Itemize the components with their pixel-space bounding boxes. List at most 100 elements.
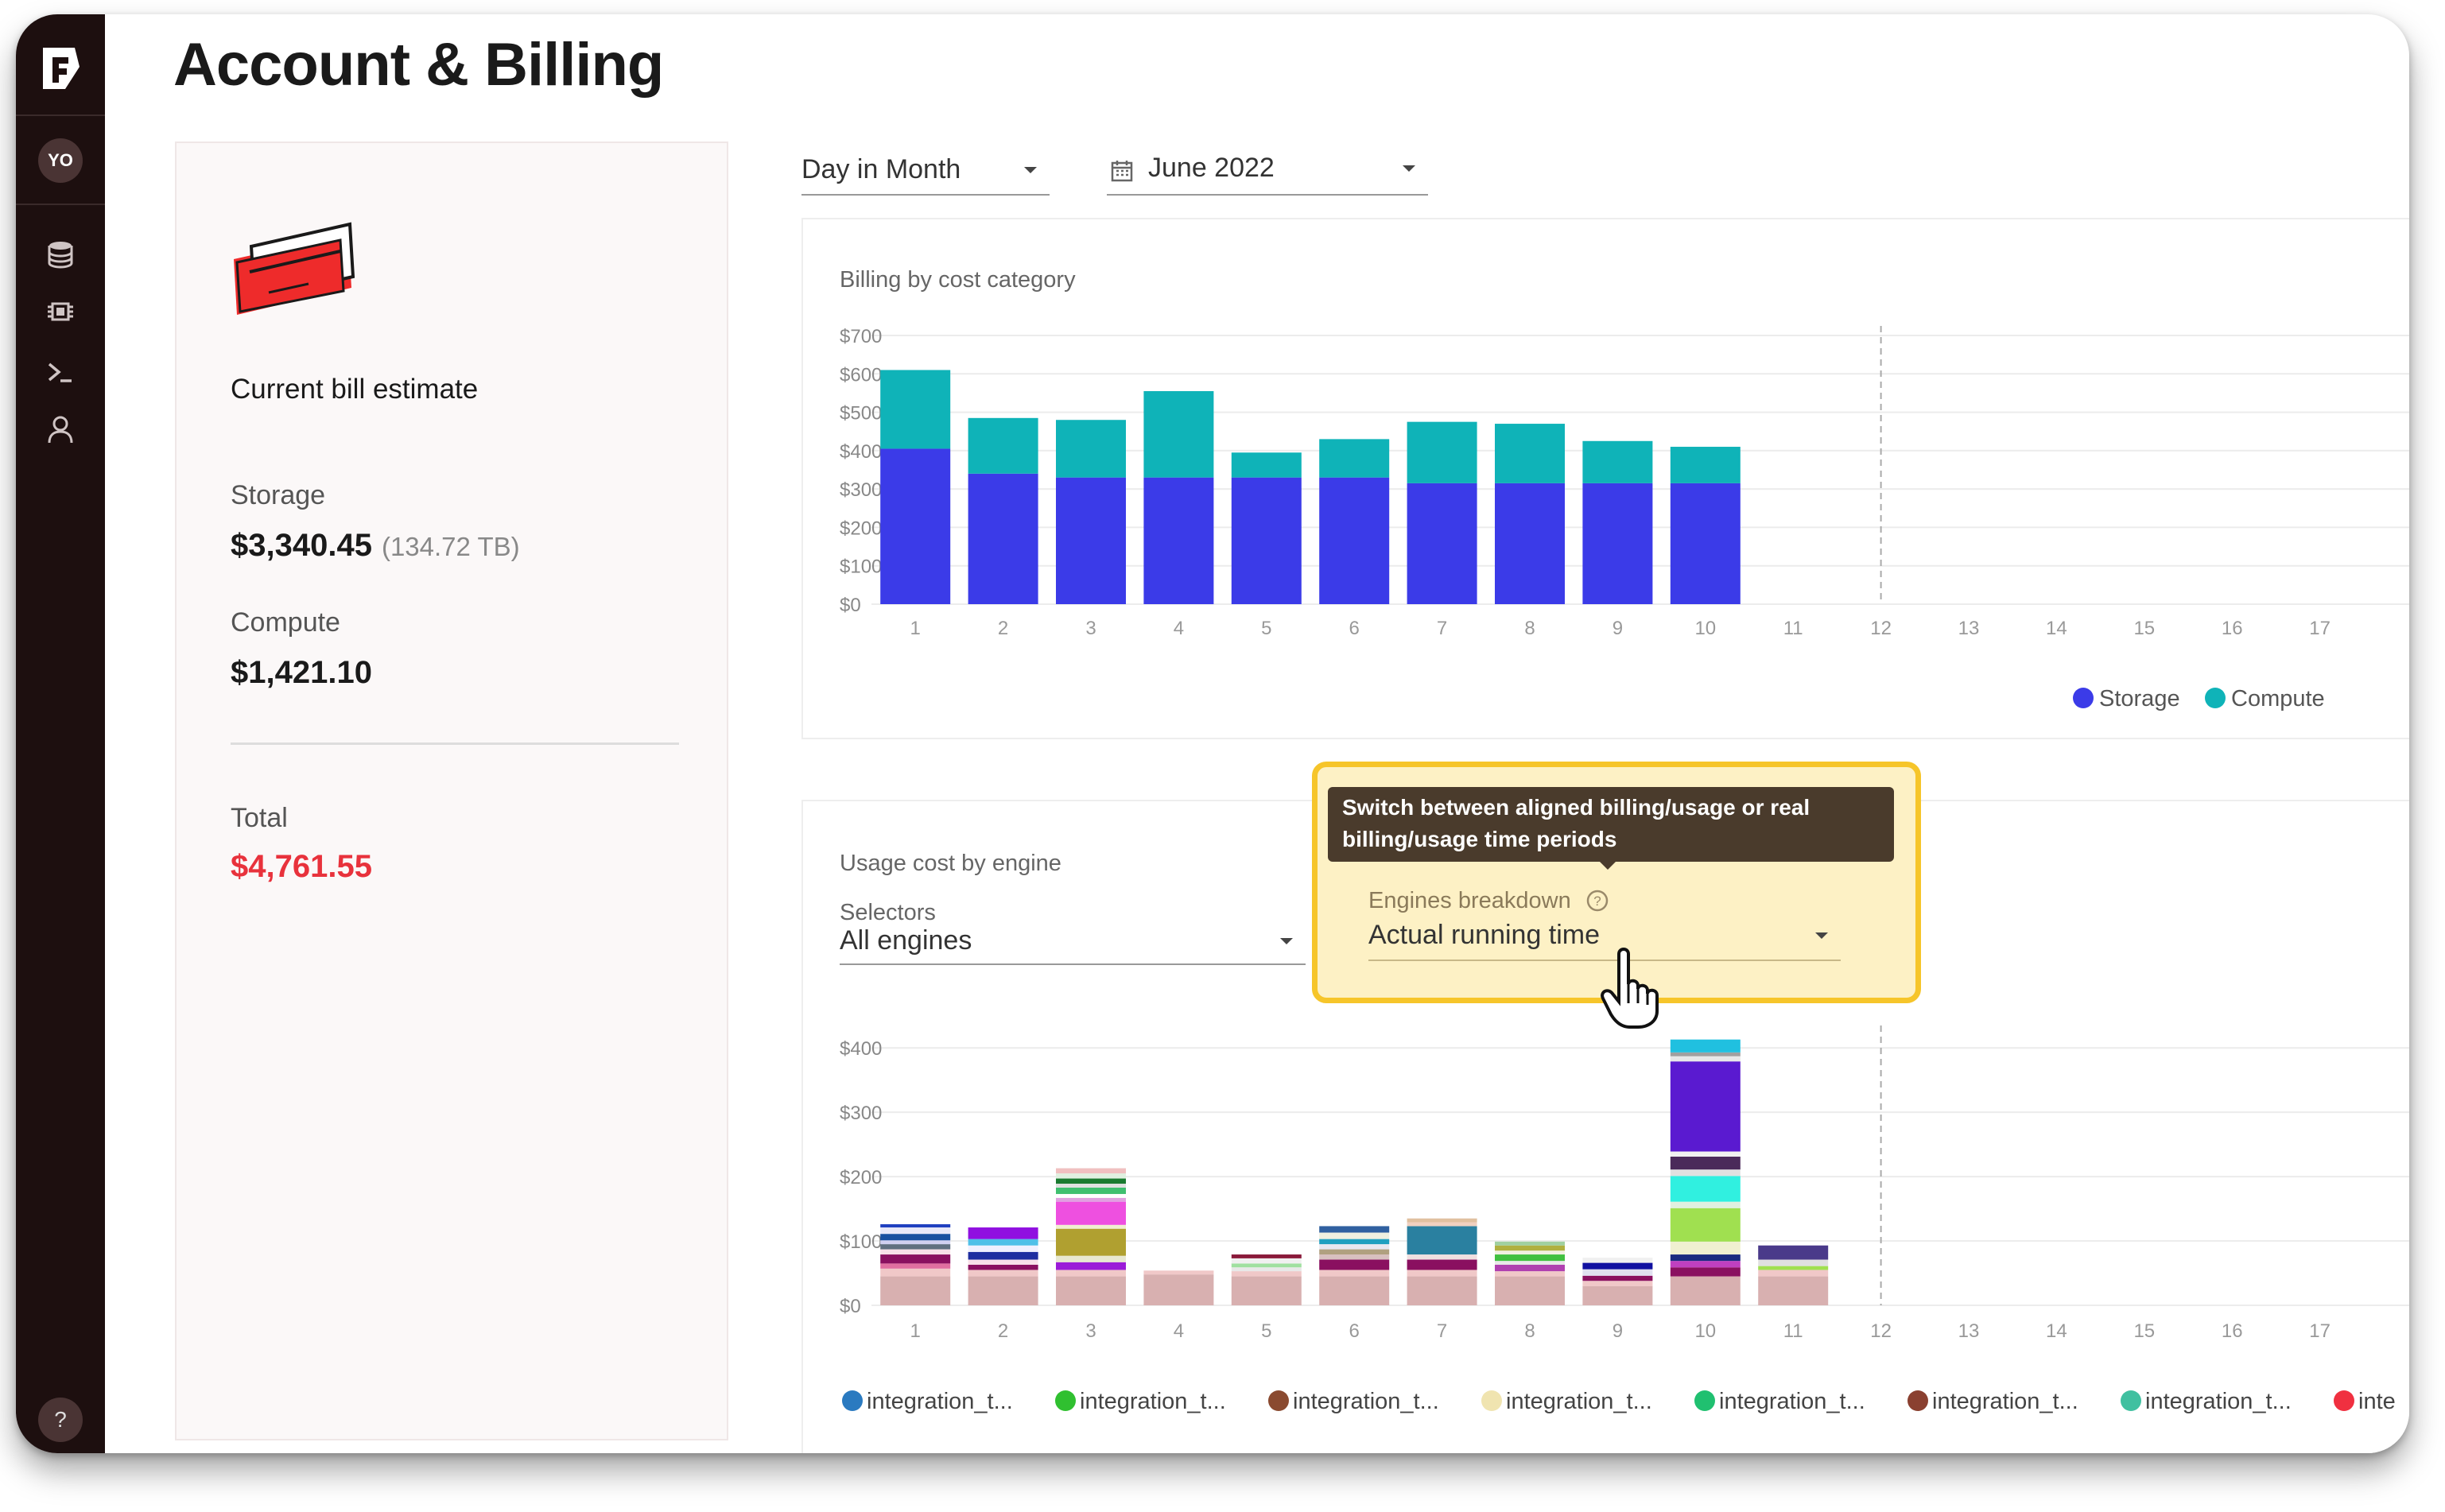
legend-swatch: [1907, 1390, 1928, 1411]
x-tick-label: 14: [2046, 1320, 2067, 1342]
database-icon[interactable]: [45, 238, 76, 270]
y-tick-label: $500: [840, 403, 882, 425]
question-circle-icon[interactable]: ?: [1585, 889, 1609, 913]
bar-segment: [1056, 1184, 1126, 1188]
period-dropdown[interactable]: Day in Month: [801, 154, 1050, 196]
bar-segment: [1319, 1244, 1390, 1250]
firebolt-logo-icon[interactable]: [33, 43, 84, 94]
bar-segment: [1670, 1056, 1741, 1062]
tooltip-arrow: [1598, 860, 1617, 870]
bar-segment: [880, 1234, 951, 1241]
bar-segment: [1231, 1267, 1302, 1272]
bar-storage: [1056, 477, 1126, 604]
bar-segment: [1582, 1269, 1653, 1276]
bar-storage: [1231, 477, 1302, 604]
bar-segment: [1056, 1197, 1126, 1202]
x-tick-label: 10: [1694, 618, 1716, 639]
engine-chip-icon[interactable]: [45, 296, 76, 328]
hand-cursor-icon: [1601, 948, 1659, 1029]
y-tick-label: $400: [840, 1038, 882, 1060]
y-tick-label: $200: [840, 518, 882, 539]
help-icon[interactable]: ?: [38, 1398, 83, 1442]
app-window: YO ? Account & Billing Current bill esti…: [16, 14, 2409, 1453]
legend-label: integration_t...: [1293, 1389, 1439, 1414]
legend-label: inte: [2358, 1389, 2396, 1414]
legend-label: integration_t...: [1506, 1389, 1652, 1414]
user-avatar[interactable]: YO: [38, 138, 83, 183]
compute-value: $1,421.10: [231, 655, 372, 690]
x-tick-label: 10: [1694, 1320, 1716, 1342]
bar-segment: [968, 1245, 1038, 1252]
bar-segment: [1670, 1039, 1741, 1053]
breakdown-value: Actual running time: [1368, 920, 1601, 950]
y-tick-label: $600: [840, 364, 882, 386]
bar-segment: [968, 1270, 1038, 1277]
bar-segment: [1495, 1261, 1565, 1265]
bar-segment: [1056, 1173, 1126, 1179]
bar-segment: [1495, 1245, 1565, 1251]
sidebar: YO ?: [16, 14, 105, 1453]
x-tick-label: 13: [1958, 618, 1980, 639]
bar-segment: [880, 1254, 951, 1264]
x-tick-label: 12: [1870, 618, 1892, 639]
bar-segment: [1056, 1193, 1126, 1198]
bar-segment: [1758, 1276, 1829, 1305]
bar-segment: [1582, 1262, 1653, 1270]
bar-segment: [1407, 1276, 1477, 1305]
x-tick-label: 5: [1261, 618, 1271, 639]
x-tick-label: 6: [1349, 618, 1360, 639]
bar-segment: [1670, 1241, 1741, 1255]
bar-segment: [1056, 1270, 1126, 1277]
bar-storage: [968, 473, 1038, 604]
x-tick-label: 2: [998, 1320, 1008, 1342]
bar-segment: [1319, 1254, 1390, 1260]
y-tick-label: $300: [840, 479, 882, 501]
bar-segment: [1319, 1226, 1390, 1233]
x-tick-label: 12: [1870, 1320, 1892, 1342]
bar-storage: [880, 448, 951, 604]
page-title: Account & Billing: [173, 31, 664, 99]
legend-swatch: [2073, 688, 2094, 708]
month-picker[interactable]: June 2022: [1107, 153, 1428, 196]
legend-swatch: [1694, 1390, 1715, 1411]
bar-storage: [1407, 483, 1477, 604]
bar-compute: [880, 370, 951, 449]
x-tick-label: 1: [910, 618, 921, 639]
bar-segment: [1582, 1285, 1653, 1305]
sidebar-divider: [16, 204, 105, 205]
bar-segment: [880, 1263, 951, 1269]
bar-segment: [1670, 1157, 1741, 1170]
x-tick-label: 17: [2309, 1320, 2331, 1342]
bar-segment: [1495, 1276, 1565, 1305]
period-value: Day in Month: [801, 154, 961, 184]
bar-segment: [1319, 1249, 1390, 1255]
bar-segment: [1407, 1270, 1477, 1277]
bar-segment: [1407, 1222, 1477, 1227]
bar-segment: [1758, 1245, 1829, 1260]
bar-segment: [1056, 1201, 1126, 1225]
total-label: Total: [231, 803, 288, 833]
bar-segment: [1319, 1276, 1390, 1305]
bar-segment: [1495, 1265, 1565, 1272]
legend-label: Compute: [2231, 686, 2325, 711]
bar-compute: [1319, 439, 1390, 478]
legend-swatch: [842, 1390, 863, 1411]
bar-segment: [1758, 1270, 1829, 1277]
terminal-icon[interactable]: [45, 356, 76, 388]
billing-panel: Billing by cost category $0 $100 $200 $300 $…: [801, 218, 2409, 739]
chevron-down-icon: [1403, 165, 1415, 172]
user-icon[interactable]: [45, 413, 76, 445]
month-value: June 2022: [1148, 153, 1275, 183]
bar-segment: [1670, 1052, 1741, 1056]
x-tick-label: 9: [1613, 618, 1623, 639]
bar-segment: [1056, 1168, 1126, 1174]
tooltip: Switch between aligned billing/usage or …: [1328, 787, 1894, 862]
bar-segment: [880, 1227, 951, 1235]
bar-segment: [968, 1265, 1038, 1270]
legend-swatch: [1481, 1390, 1502, 1411]
x-tick-label: 11: [1783, 618, 1803, 639]
bar-segment: [880, 1244, 951, 1250]
bar-segment: [968, 1276, 1038, 1305]
x-tick-label: 13: [1958, 1320, 1980, 1342]
bar-segment: [968, 1251, 1038, 1260]
